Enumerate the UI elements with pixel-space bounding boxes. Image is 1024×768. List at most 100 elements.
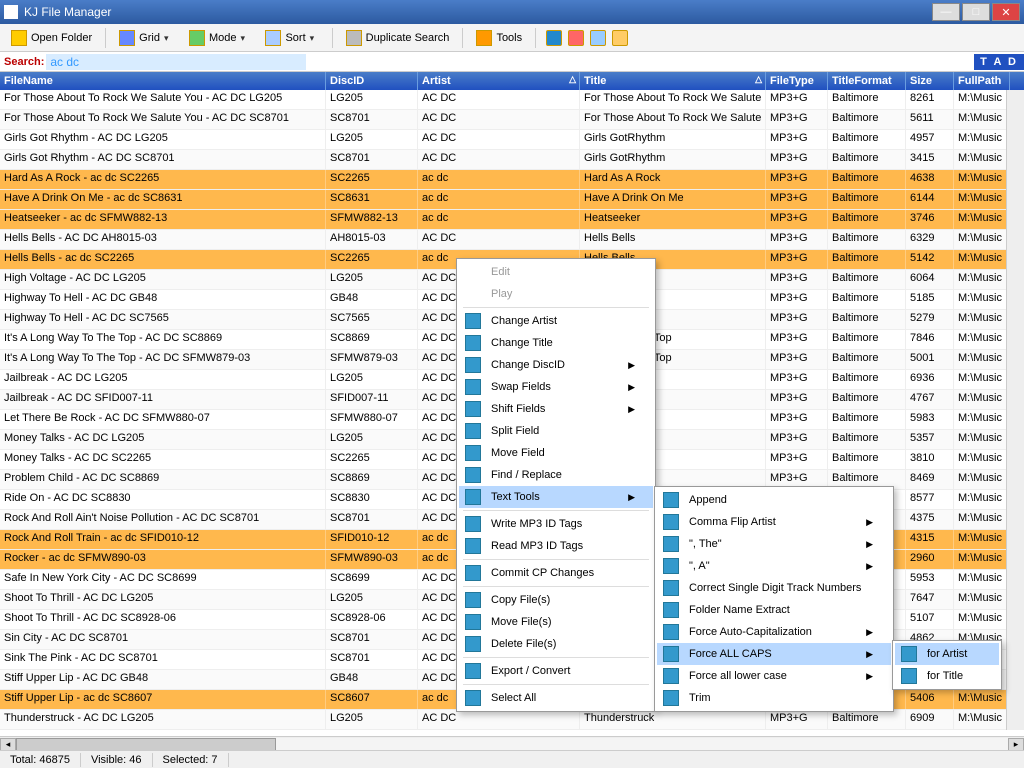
cell-tf: Baltimore [828,330,906,349]
cell-di: LG205 [326,590,418,609]
info-icon[interactable] [590,30,606,46]
grid-button[interactable]: Grid [112,27,180,49]
cell-tf: Baltimore [828,270,906,289]
menu-item[interactable]: Find / Replace [459,464,653,486]
cell-fn: Safe In New York City - AC DC SC8699 [0,570,326,589]
vertical-scrollbar[interactable] [1006,90,1024,730]
submenu-force-caps[interactable]: for Artistfor Title [892,640,1002,690]
sort-button[interactable]: Sort [258,27,325,49]
title-bar: KJ File Manager — □ ✕ [0,0,1024,24]
menu-item[interactable]: Append [657,489,891,511]
table-row[interactable]: Thunderstruck - AC DC LG205LG205AC DCThu… [0,710,1024,730]
cell-fn: Rock And Roll Train - ac dc SFID010-12 [0,530,326,549]
search-input[interactable] [46,54,306,70]
cell-ar: AC DC [418,130,580,149]
table-row[interactable]: Have A Drink On Me - ac dc SC8631SC8631a… [0,190,1024,210]
cell-tf: Baltimore [828,450,906,469]
menu-item[interactable]: Text Tools▶ [459,486,653,508]
menu-item-icon [463,488,483,506]
maximize-button[interactable]: □ [962,3,990,21]
menu-item[interactable]: Force all lower case▶ [657,665,891,687]
chevron-down-icon [164,32,173,44]
mode-button[interactable]: Mode [182,27,257,49]
cell-di: GB48 [326,670,418,689]
cell-tf: Baltimore [828,310,906,329]
col-titleformat[interactable]: TitleFormat [828,72,906,90]
menu-item[interactable]: Copy File(s) [459,589,653,611]
col-size[interactable]: Size [906,72,954,90]
menu-item[interactable]: for Artist [895,643,999,665]
tool-icon-2[interactable] [568,30,584,46]
menu-item[interactable]: Force Auto-Capitalization▶ [657,621,891,643]
cell-fp: M:\Music [954,470,1010,489]
tools-button[interactable]: Tools [469,27,529,49]
menu-item[interactable]: Change Title [459,332,653,354]
cell-di: SFMW879-03 [326,350,418,369]
menu-item[interactable]: Move Field [459,442,653,464]
context-menu[interactable]: EditPlayChange ArtistChange TitleChange … [456,258,656,712]
close-button[interactable]: ✕ [992,3,1020,21]
tad-toggle[interactable]: T A D [974,54,1024,70]
menu-item[interactable]: ", A"▶ [657,555,891,577]
tool-icon-4[interactable] [612,30,628,46]
menu-item[interactable]: Change Artist [459,310,653,332]
menu-item[interactable]: ", The"▶ [657,533,891,555]
menu-item[interactable]: Write MP3 ID Tags [459,513,653,535]
menu-item-icon [463,263,483,281]
cell-sz: 8469 [906,470,954,489]
table-row[interactable]: Heatseeker - ac dc SFMW882-13SFMW882-13a… [0,210,1024,230]
menu-item-label: Select All [491,692,536,704]
menu-item[interactable]: Comma Flip Artist▶ [657,511,891,533]
menu-item[interactable]: Correct Single Digit Track Numbers [657,577,891,599]
menu-item[interactable]: Split Field [459,420,653,442]
cell-fn: Stiff Upper Lip - ac dc SC8607 [0,690,326,709]
table-row[interactable]: Girls Got Rhythm - AC DC SC8701SC8701AC … [0,150,1024,170]
menu-item[interactable]: Swap Fields▶ [459,376,653,398]
menu-item[interactable]: Commit CP Changes [459,562,653,584]
submenu-text-tools[interactable]: AppendComma Flip Artist▶", The"▶", A"▶Co… [654,486,894,712]
menu-item-label: Change Title [491,337,553,349]
menu-item[interactable]: Change DiscID▶ [459,354,653,376]
menu-item[interactable]: Export / Convert [459,660,653,682]
cell-tf: Baltimore [828,250,906,269]
menu-item[interactable]: Delete File(s) [459,633,653,655]
menu-item[interactable]: Shift Fields▶ [459,398,653,420]
menu-item[interactable]: Read MP3 ID Tags [459,535,653,557]
cell-ft: MP3+G [766,150,828,169]
cell-di: SFID010-12 [326,530,418,549]
table-row[interactable]: Girls Got Rhythm - AC DC LG205LG205AC DC… [0,130,1024,150]
open-folder-button[interactable]: Open Folder [4,27,99,49]
cell-fn: Sin City - AC DC SC8701 [0,630,326,649]
cell-fp: M:\Music [954,430,1010,449]
menu-item[interactable]: Select All [459,687,653,709]
table-row[interactable]: For Those About To Rock We Salute You - … [0,110,1024,130]
cell-sz: 6909 [906,710,954,729]
col-artist[interactable]: Artist△ [418,72,580,90]
submenu-arrow-icon: ▶ [866,649,873,660]
status-selected: Selected: 7 [153,753,229,767]
col-title[interactable]: Title△ [580,72,766,90]
menu-item[interactable]: for Title [895,665,999,687]
minimize-button[interactable]: — [932,3,960,21]
duplicate-search-button[interactable]: Duplicate Search [339,27,457,49]
menu-item[interactable]: Trim [657,687,891,709]
col-discid[interactable]: DiscID [326,72,418,90]
cell-fp: M:\Music [954,230,1010,249]
menu-item[interactable]: Force ALL CAPS▶ [657,643,891,665]
cell-fn: Jailbreak - AC DC LG205 [0,370,326,389]
submenu-arrow-icon: ▶ [628,360,635,371]
col-filename[interactable]: FileName [0,72,326,90]
table-row[interactable]: Hard As A Rock - ac dc SC2265SC2265ac dc… [0,170,1024,190]
menu-item[interactable]: Folder Name Extract [657,599,891,621]
submenu-arrow-icon: ▶ [866,627,873,638]
window-title: KJ File Manager [24,5,932,19]
menu-item-icon [661,491,681,509]
tool-icon-1[interactable] [546,30,562,46]
table-row[interactable]: For Those About To Rock We Salute You - … [0,90,1024,110]
table-row[interactable]: Hells Bells - AC DC AH8015-03AH8015-03AC… [0,230,1024,250]
cell-sz: 6144 [906,190,954,209]
col-filetype[interactable]: FileType [766,72,828,90]
col-fullpath[interactable]: FullPath [954,72,1010,90]
menu-item[interactable]: Move File(s) [459,611,653,633]
menu-item-label: Swap Fields [491,381,551,393]
